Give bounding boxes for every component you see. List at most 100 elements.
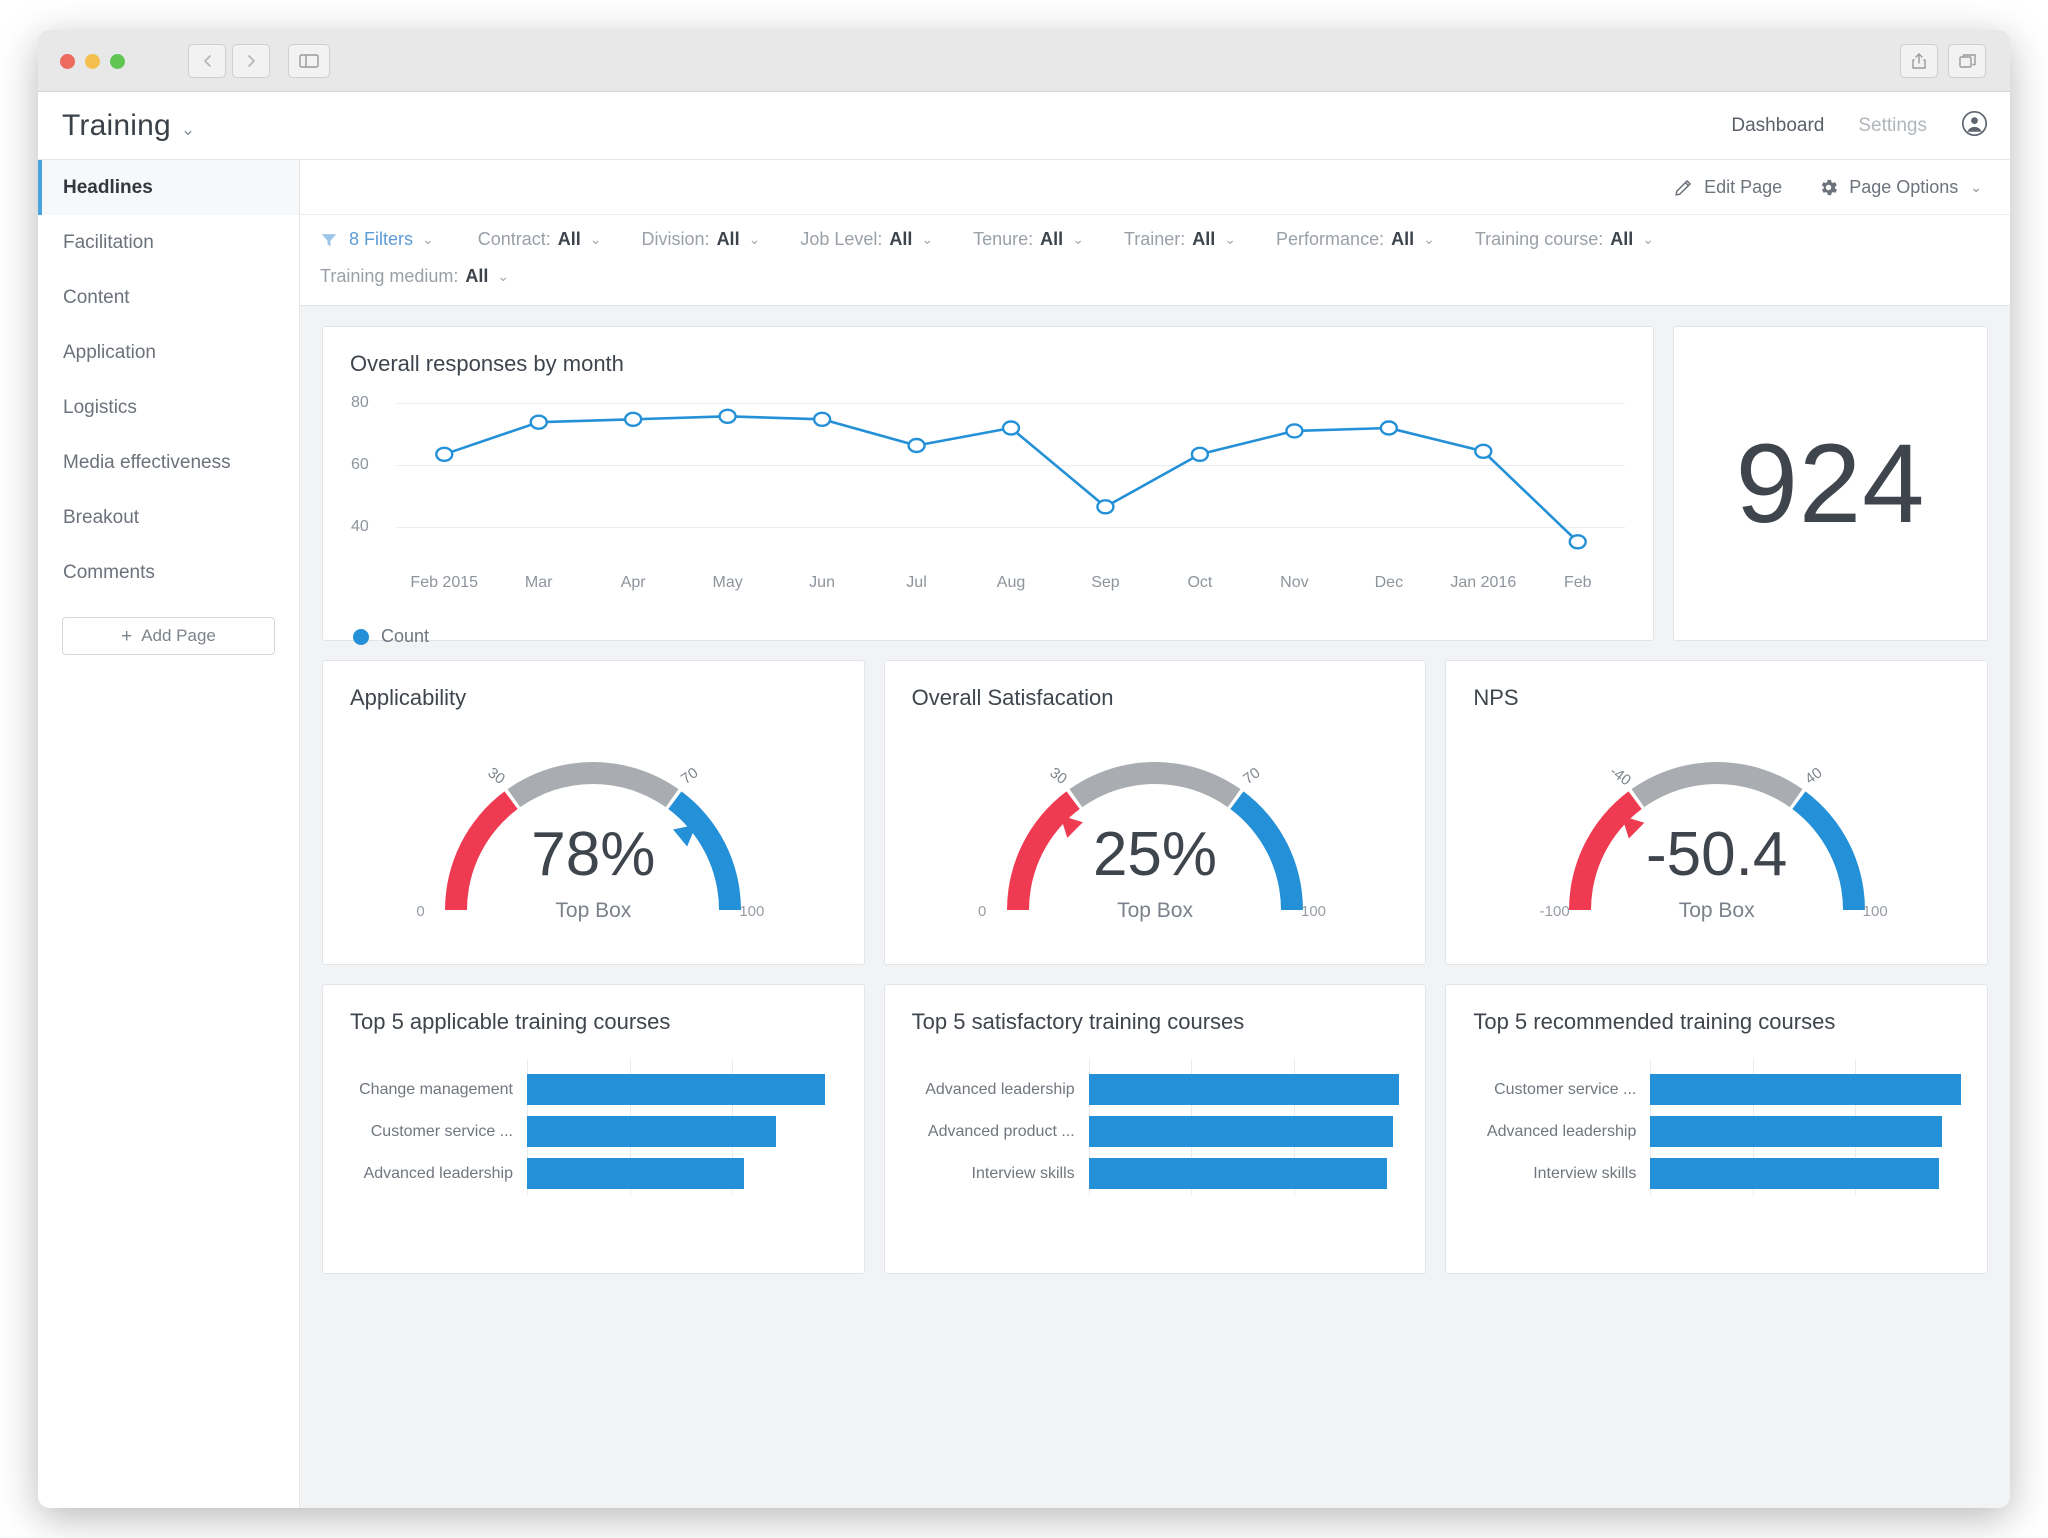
- bar-category-label: Interview skills: [911, 1165, 1089, 1183]
- gauge-max-label: 100: [1863, 903, 1888, 920]
- chevron-down-icon: ⌄: [1072, 231, 1084, 248]
- filter-division[interactable]: Division: All ⌄: [642, 229, 761, 250]
- sidebar-item-logistics[interactable]: Logistics: [38, 380, 299, 435]
- close-window-button[interactable]: [60, 54, 75, 69]
- filter-label: Training medium:: [320, 266, 458, 287]
- sidebar-toggle-icon: [299, 53, 319, 69]
- dashboard-row-2: Applicability 3070 78% Top Box 0 100 Ove…: [322, 660, 1988, 965]
- minimize-window-button[interactable]: [85, 54, 100, 69]
- card-title: Overall Satisfacation: [885, 661, 1426, 711]
- filter-job-level[interactable]: Job Level: All ⌄: [800, 229, 933, 250]
- filter-label: Trainer:: [1124, 229, 1185, 250]
- chart-legend: Count: [353, 626, 1653, 647]
- sidebar-item-comments[interactable]: Comments: [38, 545, 299, 600]
- kpi-value: 924: [1736, 419, 1926, 548]
- sidebar-toggle-button[interactable]: [288, 44, 330, 78]
- page-options-label: Page Options: [1849, 177, 1958, 198]
- card-top5-recommended: Top 5 recommended training courses Custo…: [1445, 984, 1988, 1274]
- chevron-down-icon: ⌄: [181, 120, 195, 139]
- card-overall-satisfacation: Overall Satisfacation 3070 25% Top Box 0…: [884, 660, 1427, 965]
- nav-link-settings[interactable]: Settings: [1858, 115, 1927, 137]
- sidebar-item-application[interactable]: Application: [38, 325, 299, 380]
- bar-fill: [1089, 1074, 1400, 1105]
- sidebar-item-label: Media effectiveness: [63, 452, 231, 474]
- card-top5-satisfactory: Top 5 satisfactory training courses Adva…: [884, 984, 1427, 1274]
- x-tick-label: Jul: [906, 574, 926, 592]
- share-icon: [1912, 53, 1926, 70]
- pencil-icon: [1673, 177, 1694, 198]
- card-title: Top 5 applicable training courses: [323, 985, 864, 1035]
- filter-contract[interactable]: Contract: All ⌄: [478, 229, 602, 250]
- x-tick-label: Jan 2016: [1450, 574, 1516, 592]
- edit-page-button[interactable]: Edit Page: [1673, 177, 1782, 198]
- filter-value: All: [558, 229, 581, 250]
- add-page-button[interactable]: + Add Page: [62, 617, 275, 655]
- show-tabs-button[interactable]: [1948, 44, 1986, 78]
- sidebar-item-label: Logistics: [63, 397, 137, 419]
- sidebar-item-media-effectiveness[interactable]: Media effectiveness: [38, 435, 299, 490]
- gauge-min-label: 0: [978, 903, 986, 920]
- sidebar-item-facilitation[interactable]: Facilitation: [38, 215, 299, 270]
- filter-value: All: [1192, 229, 1215, 250]
- share-button[interactable]: [1900, 44, 1938, 78]
- bar-row: Advanced leadership: [911, 1069, 1400, 1111]
- sidebar-item-headlines[interactable]: Headlines: [38, 160, 299, 215]
- filter-training-medium[interactable]: Training medium: All ⌄: [320, 266, 509, 287]
- filter-training-course[interactable]: Training course: All ⌄: [1475, 229, 1654, 250]
- gauge-min-label: -100: [1540, 903, 1570, 920]
- back-button[interactable]: [188, 44, 226, 78]
- bar-track: [527, 1153, 838, 1195]
- filter-bar: 8 Filters ⌄ Contract: All ⌄ Division: Al…: [300, 215, 2010, 306]
- chevron-down-icon: ⌄: [1423, 231, 1435, 248]
- nav-link-dashboard[interactable]: Dashboard: [1731, 115, 1824, 137]
- browser-nav-buttons: [188, 44, 330, 78]
- filter-tenure[interactable]: Tenure: All ⌄: [973, 229, 1084, 250]
- y-tick-40: 40: [351, 518, 369, 536]
- filter-label: Performance:: [1276, 229, 1384, 250]
- app-title-dropdown[interactable]: Training ⌄: [62, 109, 195, 143]
- legend-label-count: Count: [381, 626, 429, 647]
- filter-value: All: [717, 229, 740, 250]
- card-title: NPS: [1446, 661, 1987, 711]
- filter-label: Training course:: [1475, 229, 1603, 250]
- legend-swatch-count: [353, 629, 369, 645]
- filters-count-button[interactable]: 8 Filters ⌄: [320, 229, 434, 250]
- bar-track: [1089, 1153, 1400, 1195]
- gauge-max-label: 100: [739, 903, 764, 920]
- card-title: Top 5 satisfactory training courses: [885, 985, 1426, 1035]
- chevron-down-icon: ⌄: [1642, 231, 1654, 248]
- chevron-down-icon: ⌄: [1224, 231, 1236, 248]
- gauge-value: 25%: [885, 819, 1426, 890]
- bar-fill: [527, 1158, 744, 1189]
- sidebar-item-label: Headlines: [63, 177, 153, 199]
- bar-fill: [1089, 1116, 1393, 1147]
- filter-label: Contract:: [478, 229, 551, 250]
- forward-button[interactable]: [232, 44, 270, 78]
- sidebar-item-content[interactable]: Content: [38, 270, 299, 325]
- filter-trainer[interactable]: Trainer: All ⌄: [1124, 229, 1236, 250]
- gauge-value: 78%: [323, 819, 864, 890]
- x-tick-label: Dec: [1375, 574, 1403, 592]
- svg-text:-40: -40: [1606, 763, 1634, 790]
- bar-row: Advanced product ...: [911, 1111, 1400, 1153]
- sidebar-item-label: Breakout: [63, 507, 139, 529]
- filter-value: All: [465, 266, 488, 287]
- filter-label: Division:: [642, 229, 710, 250]
- bar-fill: [527, 1116, 776, 1147]
- page-title: Training: [62, 109, 171, 142]
- account-button[interactable]: [1961, 110, 1988, 142]
- page-options-button[interactable]: Page Options ⌄: [1818, 177, 1982, 198]
- window-traffic-lights: [60, 54, 125, 69]
- bar-chart-satisfactory: Advanced leadershipAdvanced product ... I…: [911, 1069, 1400, 1195]
- svg-text:70: 70: [1240, 764, 1263, 788]
- filter-performance[interactable]: Performance: All ⌄: [1276, 229, 1435, 250]
- svg-text:30: 30: [1047, 764, 1070, 788]
- chevron-down-icon: ⌄: [422, 231, 434, 248]
- bar-category-label: Interview skills: [1472, 1165, 1650, 1183]
- x-tick-label: Feb: [1564, 574, 1592, 592]
- maximize-window-button[interactable]: [110, 54, 125, 69]
- dashboard-row-1: Overall responses by month 80 60 40: [322, 326, 1988, 641]
- gauge-max-label: 100: [1301, 903, 1326, 920]
- sidebar-item-breakout[interactable]: Breakout: [38, 490, 299, 545]
- bar-row: Customer service ...: [1472, 1069, 1961, 1111]
